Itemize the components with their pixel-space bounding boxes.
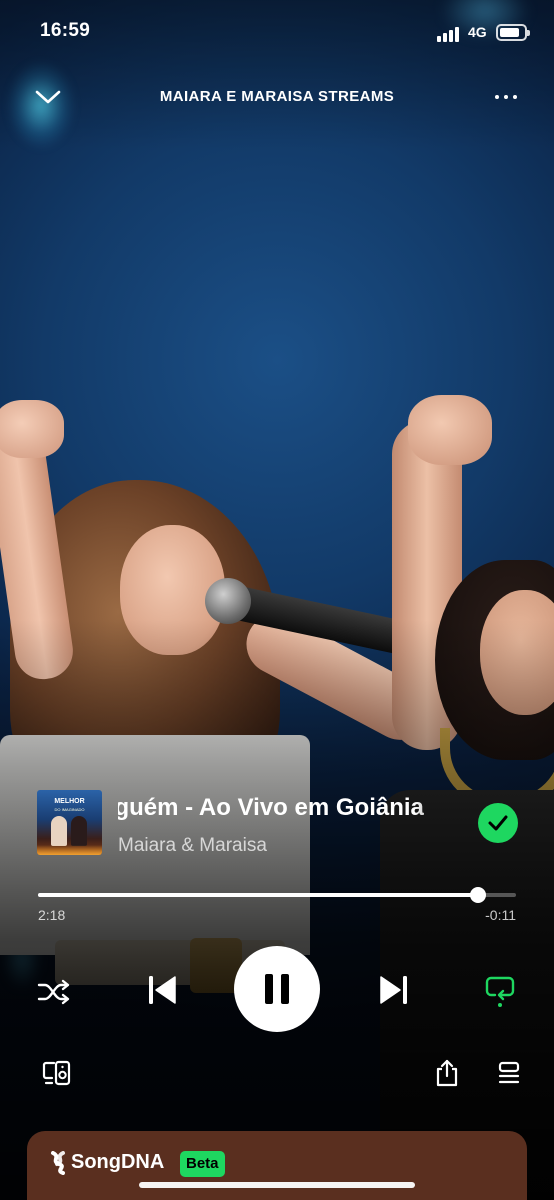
share-button[interactable] — [430, 1056, 464, 1090]
network-type: 4G — [468, 24, 487, 40]
songdna-icon — [51, 1151, 65, 1175]
connect-device-icon — [42, 1060, 71, 1086]
cellular-signal-icon — [437, 26, 463, 42]
status-bar: 16:59 4G — [0, 0, 554, 62]
repeat-button[interactable] — [480, 970, 520, 1012]
next-button[interactable] — [370, 966, 418, 1014]
elapsed-time: 2:18 — [38, 907, 66, 923]
share-icon — [436, 1059, 458, 1087]
cover-title: MELHOR — [54, 798, 85, 805]
status-time: 16:59 — [40, 20, 91, 41]
shuffle-button[interactable] — [34, 972, 74, 1012]
more-options-button[interactable] — [488, 84, 524, 110]
pause-button[interactable] — [234, 946, 320, 1032]
cover-subtitle: DO IMAGINADO — [54, 807, 85, 812]
playlist-context-title: MAIARA E MARAISA STREAMS — [159, 88, 395, 105]
pause-icon — [265, 974, 289, 1004]
previous-button[interactable] — [138, 966, 186, 1014]
queue-icon — [498, 1061, 520, 1084]
performer-right-fist — [408, 395, 492, 465]
track-title: Parte de Alguém - Ao Vivo em Goiânia — [118, 794, 424, 821]
bottom-gradient — [0, 620, 554, 1200]
more-horizontal-icon — [495, 95, 499, 99]
skip-next-icon — [380, 976, 407, 1004]
songdna-label: SongDNA — [71, 1151, 165, 1173]
liked-button[interactable] — [478, 803, 518, 843]
skip-previous-icon — [149, 976, 176, 1004]
performer-left-fist — [0, 400, 64, 458]
track-title-marquee[interactable]: Parte de Alguém - Ao Vivo em Goiânia — [118, 792, 463, 828]
repeat-icon — [485, 976, 515, 1007]
battery-level — [500, 28, 519, 37]
progress-knob[interactable] — [469, 887, 486, 903]
check-icon — [488, 815, 508, 831]
battery-icon — [496, 24, 530, 41]
home-indicator[interactable] — [139, 1182, 415, 1188]
microphone-head — [205, 578, 251, 624]
progress-bar[interactable] — [38, 887, 516, 903]
album-cover: MELHOR DO IMAGINADO — [37, 790, 102, 855]
progress-fill — [38, 893, 478, 897]
shuffle-icon — [37, 979, 70, 1005]
beta-badge: Beta — [180, 1151, 225, 1177]
remaining-time: -0:11 — [485, 907, 516, 923]
songdna-card[interactable]: SongDNA Beta — [27, 1131, 527, 1200]
connect-device-button[interactable] — [40, 1056, 74, 1090]
artist-name[interactable]: Maiara & Maraisa — [118, 835, 267, 857]
queue-button[interactable] — [492, 1056, 526, 1090]
